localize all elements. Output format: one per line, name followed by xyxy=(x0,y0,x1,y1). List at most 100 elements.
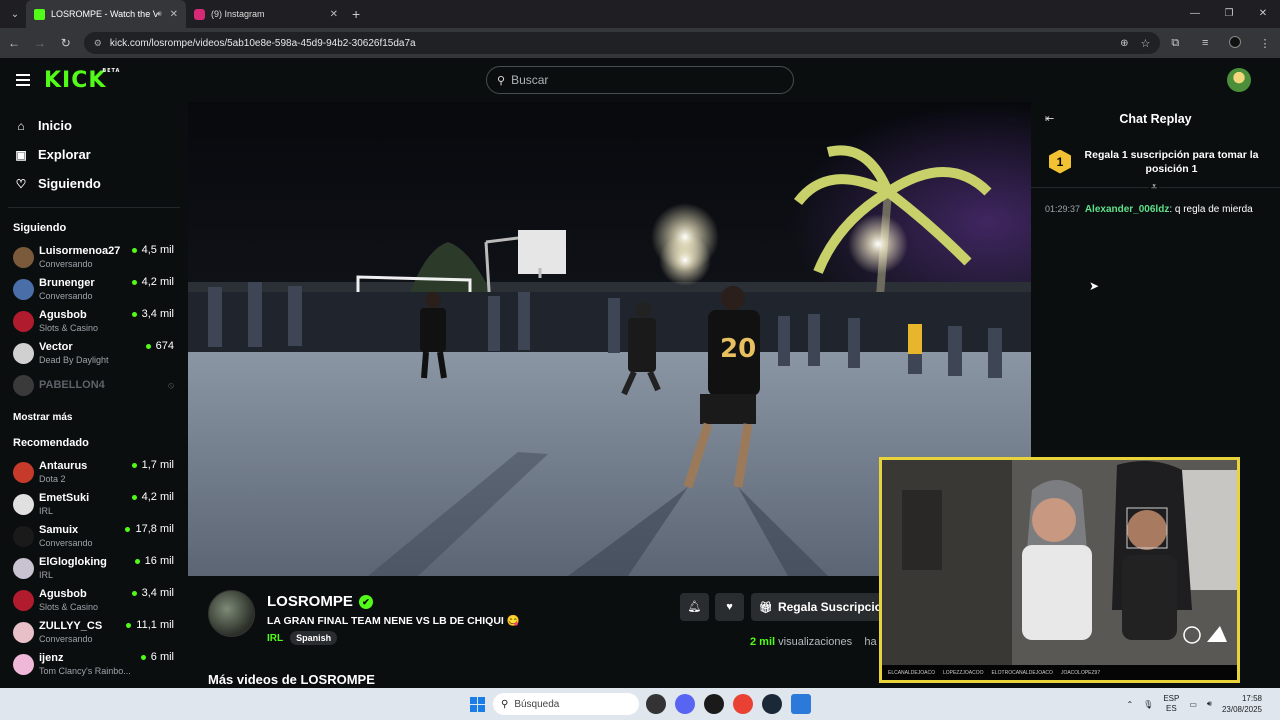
bookmark-star-icon[interactable]: ☆ xyxy=(1141,37,1151,50)
audio-playing-icon[interactable]: 🔊︎ xyxy=(157,9,162,19)
viewer-count: 17,8 mil xyxy=(125,523,174,535)
tab-search-icon[interactable]: ⌄ xyxy=(4,3,26,25)
gift-prompt: Regala 1 suscripción para tomar la posic… xyxy=(1084,148,1259,175)
chat-title: Chat Replay xyxy=(1119,112,1192,126)
sidebar-channel[interactable]: Antaurus Dota 2 1,7 mil xyxy=(0,456,188,488)
viewer-count: 1,7 mil xyxy=(131,459,174,471)
sidebar-channel[interactable]: Samuix Conversando 17,8 mil xyxy=(0,520,188,552)
sidebar-channel[interactable]: Brunenger Conversando 4,2 mil xyxy=(0,273,188,305)
notification-bell-button[interactable]: 🔔︎ xyxy=(680,593,709,621)
discord-icon[interactable] xyxy=(675,694,695,714)
microphone-icon[interactable]: 🎙︎ xyxy=(1143,700,1153,709)
minimize-icon[interactable]: — xyxy=(1178,0,1212,28)
clock[interactable]: 17:58 23/08/2025 xyxy=(1222,693,1262,715)
browser-tab-instagram[interactable]: (9) Instagram ✕ xyxy=(186,0,346,28)
reload-icon[interactable]: ↻ xyxy=(54,36,78,50)
volume-icon[interactable]: 🔊︎ xyxy=(1207,699,1212,709)
user-avatar[interactable] xyxy=(1227,68,1251,92)
avatar xyxy=(13,589,34,611)
nav-siguiendo[interactable]: ♡ Siguiendo xyxy=(0,169,188,198)
app-icon[interactable] xyxy=(704,694,724,714)
show-more-link[interactable]: Mostrar más xyxy=(0,412,188,423)
close-tab-icon[interactable]: ✕ xyxy=(170,9,178,20)
avatar xyxy=(13,246,34,268)
home-icon: ⌂ xyxy=(17,118,25,133)
search-placeholder: Buscar xyxy=(511,73,549,87)
offline-channel[interactable]: PABELLON4 ⦸ xyxy=(0,369,188,401)
language-indicator[interactable]: ESP ES xyxy=(1163,694,1179,714)
follow-button[interactable]: ♥ xyxy=(715,593,744,621)
sidebar-channel[interactable]: EmetSuki IRL 4,2 mil xyxy=(0,488,188,520)
address-bar[interactable]: ⚙ kick.com/losrompe/videos/5ab10e8e-598a… xyxy=(83,32,1161,54)
avatar xyxy=(13,493,34,515)
sidebar-channel[interactable]: Agusbob Slots & Casino 3,4 mil xyxy=(0,305,188,337)
sidebar-channel[interactable]: ElGlogloking IRL 16 mil xyxy=(0,552,188,584)
recommended-list: Antaurus Dota 2 1,7 mil EmetSuki IRL 4,2 mil S… xyxy=(0,456,188,680)
zoom-icon[interactable]: ⊕ xyxy=(1120,38,1128,49)
webcam-ticker: ELCANALDEJOACO LOPEZZJOACOO ELOTROCANALD… xyxy=(882,665,1237,680)
expand-icon[interactable]: ⩡ xyxy=(1149,181,1160,194)
nav-explorar[interactable]: ▣ Explorar xyxy=(0,140,188,169)
sidebar-channel[interactable]: Luisormenoa27 Conversando 4,5 mil xyxy=(0,241,188,273)
chrome-icon[interactable] xyxy=(733,694,753,714)
live-dot-icon xyxy=(125,526,131,532)
gift-icon: 🎁︎ xyxy=(759,601,773,614)
channel-category: Slots & Casino xyxy=(39,601,99,612)
sidebar-channel[interactable]: Agusbob Slots & Casino 3,4 mil xyxy=(0,584,188,616)
avatar xyxy=(13,621,34,643)
tab-title: (9) Instagram xyxy=(211,9,265,19)
taskbar-search-input[interactable]: ⚲ Búsqueda xyxy=(493,693,639,715)
message-text: : q regla de mierda xyxy=(1169,204,1253,215)
browser-menu-icon[interactable]: ⋮ xyxy=(1250,37,1280,50)
message-timestamp: 01:29:37 xyxy=(1045,204,1081,214)
channel-name[interactable]: LOSROMPE ✔ xyxy=(267,593,373,610)
live-dot-icon xyxy=(131,462,137,468)
offline-icon: ⦸ xyxy=(168,379,174,390)
browser-tab-bar: ⌄ LOSROMPE - Watch the VO 🔊︎ ✕ (9) Insta… xyxy=(0,0,1280,28)
restore-icon[interactable]: ❐ xyxy=(1212,0,1246,28)
steam-icon[interactable] xyxy=(762,694,782,714)
kick-logo[interactable]: KICK BETA xyxy=(44,68,119,93)
forward-arrow-icon[interactable]: → xyxy=(28,36,52,50)
network-icon[interactable]: ▭ xyxy=(1189,700,1197,709)
category-link[interactable]: IRL xyxy=(267,633,283,644)
os-taskbar: ⚲ Búsqueda ⌃ 🎙︎ ESP ES ▭ 🔊︎ 17:58 23/08/20… xyxy=(0,688,1280,720)
avatar xyxy=(13,342,34,364)
site-info-icon[interactable]: ⚙ xyxy=(94,38,102,49)
viewer-count: 4,2 mil xyxy=(131,276,174,288)
search-input[interactable]: ⚲ Buscar xyxy=(486,66,794,94)
channel-category: Conversando xyxy=(39,258,93,269)
sidebar-channel[interactable]: Vector Dead By Daylight 674 xyxy=(0,337,188,369)
close-window-icon[interactable]: ✕ xyxy=(1246,0,1280,28)
channel-avatar[interactable] xyxy=(208,590,255,637)
language-tag[interactable]: Spanish xyxy=(290,631,338,645)
profile-icon[interactable] xyxy=(1220,35,1250,51)
mouse-cursor-icon: ➤ xyxy=(1089,279,1100,293)
collapse-chat-icon[interactable]: ⇤ xyxy=(1045,112,1054,125)
browser-toolbar: ← → ↻ ⚙ kick.com/losrompe/videos/5ab10e8… xyxy=(0,28,1280,58)
sidebar-channel[interactable]: ZULLYY_CS Conversando 11,1 mil xyxy=(0,616,188,648)
search-icon: ⚲ xyxy=(501,698,509,710)
new-tab-button[interactable]: + xyxy=(352,6,360,22)
extensions-icon[interactable]: ⧉ xyxy=(1160,37,1190,50)
gift-subscription-button[interactable]: 🎁︎ Regala Suscripcion xyxy=(751,593,891,621)
browser-tab-kick[interactable]: LOSROMPE - Watch the VO 🔊︎ ✕ xyxy=(26,0,186,28)
app-icon[interactable] xyxy=(791,694,811,714)
following-list: Luisormenoa27 Conversando 4,5 mil Brunenger… xyxy=(0,241,188,369)
sidebar-channel[interactable]: ijenz Tom Clancy's Rainbo... 6 mil xyxy=(0,648,188,680)
emoji-icon: 😋 xyxy=(506,615,520,627)
menu-icon[interactable] xyxy=(16,71,30,89)
app-icon[interactable] xyxy=(646,694,666,714)
url-text: kick.com/losrompe/videos/5ab10e8e-598a-4… xyxy=(109,37,416,49)
message-username[interactable]: Alexander_006ldz xyxy=(1085,204,1170,215)
nav-inicio[interactable]: ⌂ Inicio xyxy=(0,111,188,140)
windows-start-icon[interactable] xyxy=(470,697,485,712)
tab-title: LOSROMPE - Watch the VO xyxy=(51,9,157,19)
viewer-count: 11,1 mil xyxy=(126,619,174,631)
close-tab-icon[interactable]: ✕ xyxy=(330,9,338,20)
back-arrow-icon[interactable]: ← xyxy=(2,36,26,50)
media-control-icon[interactable]: ≡ xyxy=(1190,37,1220,49)
recommended-section-title: Recomendado xyxy=(13,437,89,449)
gift-leaderboard[interactable]: 1 Regala 1 suscripción para tomar la pos… xyxy=(1031,136,1280,194)
tray-chevron-icon[interactable]: ⌃ xyxy=(1126,700,1133,709)
